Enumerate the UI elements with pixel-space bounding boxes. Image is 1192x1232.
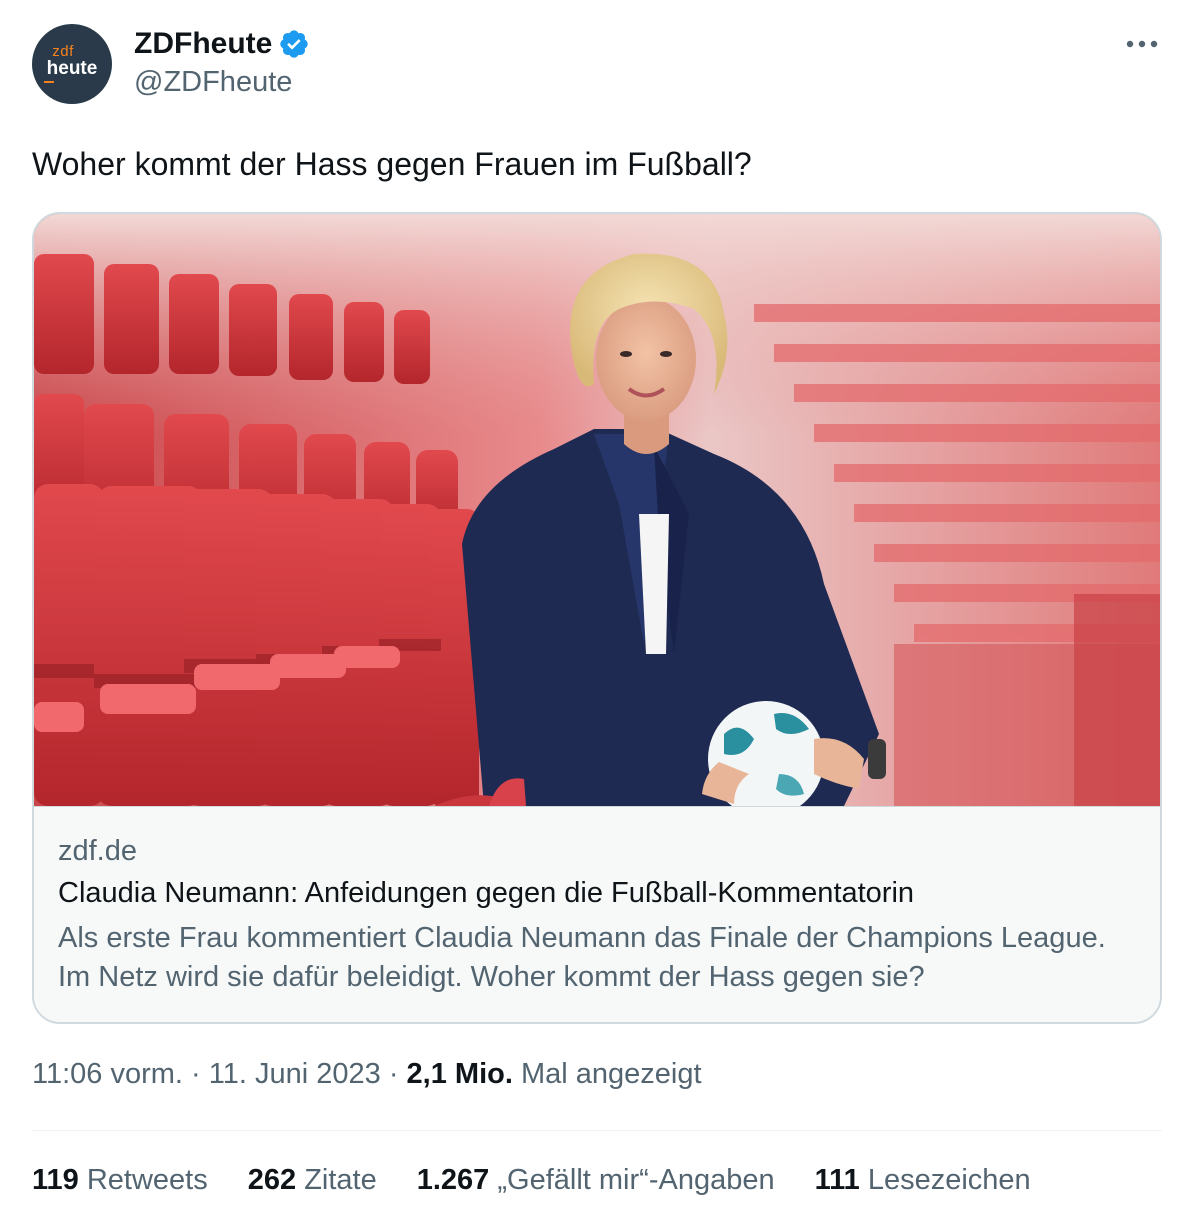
card-title: Claudia Neumann: Anfeidungen gegen die F… bbox=[58, 877, 915, 909]
avatar-logo-zdf: zdf bbox=[52, 43, 74, 60]
stat-label: Lesezeichen bbox=[859, 1164, 1031, 1196]
avatar-logo-heute: heute bbox=[46, 58, 98, 79]
more-icon bbox=[1126, 40, 1158, 48]
author-display-name[interactable]: ZDFheute bbox=[134, 27, 272, 61]
stat-value: 111 bbox=[814, 1164, 860, 1196]
tweet-time[interactable]: 11:06 vorm. bbox=[32, 1058, 183, 1090]
stat-value: 1.267 bbox=[416, 1164, 490, 1196]
stat-value: 119 bbox=[32, 1164, 79, 1196]
card-photo-stadium-portrait bbox=[34, 214, 1160, 806]
divider bbox=[32, 1130, 1162, 1131]
tweet-text: Woher kommt der Hass gegen Frauen im Fuß… bbox=[32, 146, 752, 182]
stat-label: Zitate bbox=[296, 1164, 377, 1196]
stat-label: „Gefällt mir“-Angaben bbox=[489, 1164, 775, 1196]
avatar[interactable]: zdf heute bbox=[32, 24, 112, 104]
verified-badge-icon bbox=[280, 30, 308, 58]
quotes-stat[interactable]: 262 Zitate bbox=[248, 1164, 377, 1197]
view-count[interactable]: 2,1 Mio. bbox=[407, 1058, 513, 1090]
stat-label: Retweets bbox=[78, 1164, 208, 1196]
likes-stat[interactable]: 1.267 „Gefällt mir“-Angaben bbox=[417, 1164, 775, 1197]
card-domain: zdf.de bbox=[58, 835, 137, 867]
meta-separator: · bbox=[380, 1058, 407, 1090]
tweet-date[interactable]: 11. Juni 2023 bbox=[209, 1058, 381, 1090]
meta-separator: · bbox=[182, 1058, 209, 1090]
card-info[interactable]: zdf.de Claudia Neumann: Anfeidungen gege… bbox=[34, 806, 1160, 1022]
card-image[interactable] bbox=[34, 214, 1160, 806]
avatar-logo-bar bbox=[44, 81, 54, 83]
more-button[interactable] bbox=[1122, 28, 1162, 60]
tweet-stats: 119 Retweets 262 Zitate 1.267 „Gefällt m… bbox=[32, 1164, 1071, 1197]
card-description: Als erste Frau kommentiert Claudia Neuma… bbox=[58, 922, 1106, 993]
bookmarks-stat[interactable]: 111 Lesezeichen bbox=[815, 1164, 1031, 1197]
view-count-label: Mal angezeigt bbox=[512, 1058, 702, 1090]
retweets-stat[interactable]: 119 Retweets bbox=[32, 1164, 208, 1197]
author-handle[interactable]: @ZDFheute bbox=[134, 66, 292, 99]
author-name-row: ZDFheute bbox=[134, 24, 310, 64]
tweet: zdf heute ZDFheute @ZDFheute Woher kommt… bbox=[0, 0, 1192, 1232]
link-card[interactable]: zdf.de Claudia Neumann: Anfeidungen gege… bbox=[32, 212, 1162, 1024]
tweet-meta: 11:06 vorm. · 11. Juni 2023 · 2,1 Mio. M… bbox=[32, 1058, 702, 1091]
stat-value: 262 bbox=[247, 1164, 297, 1196]
